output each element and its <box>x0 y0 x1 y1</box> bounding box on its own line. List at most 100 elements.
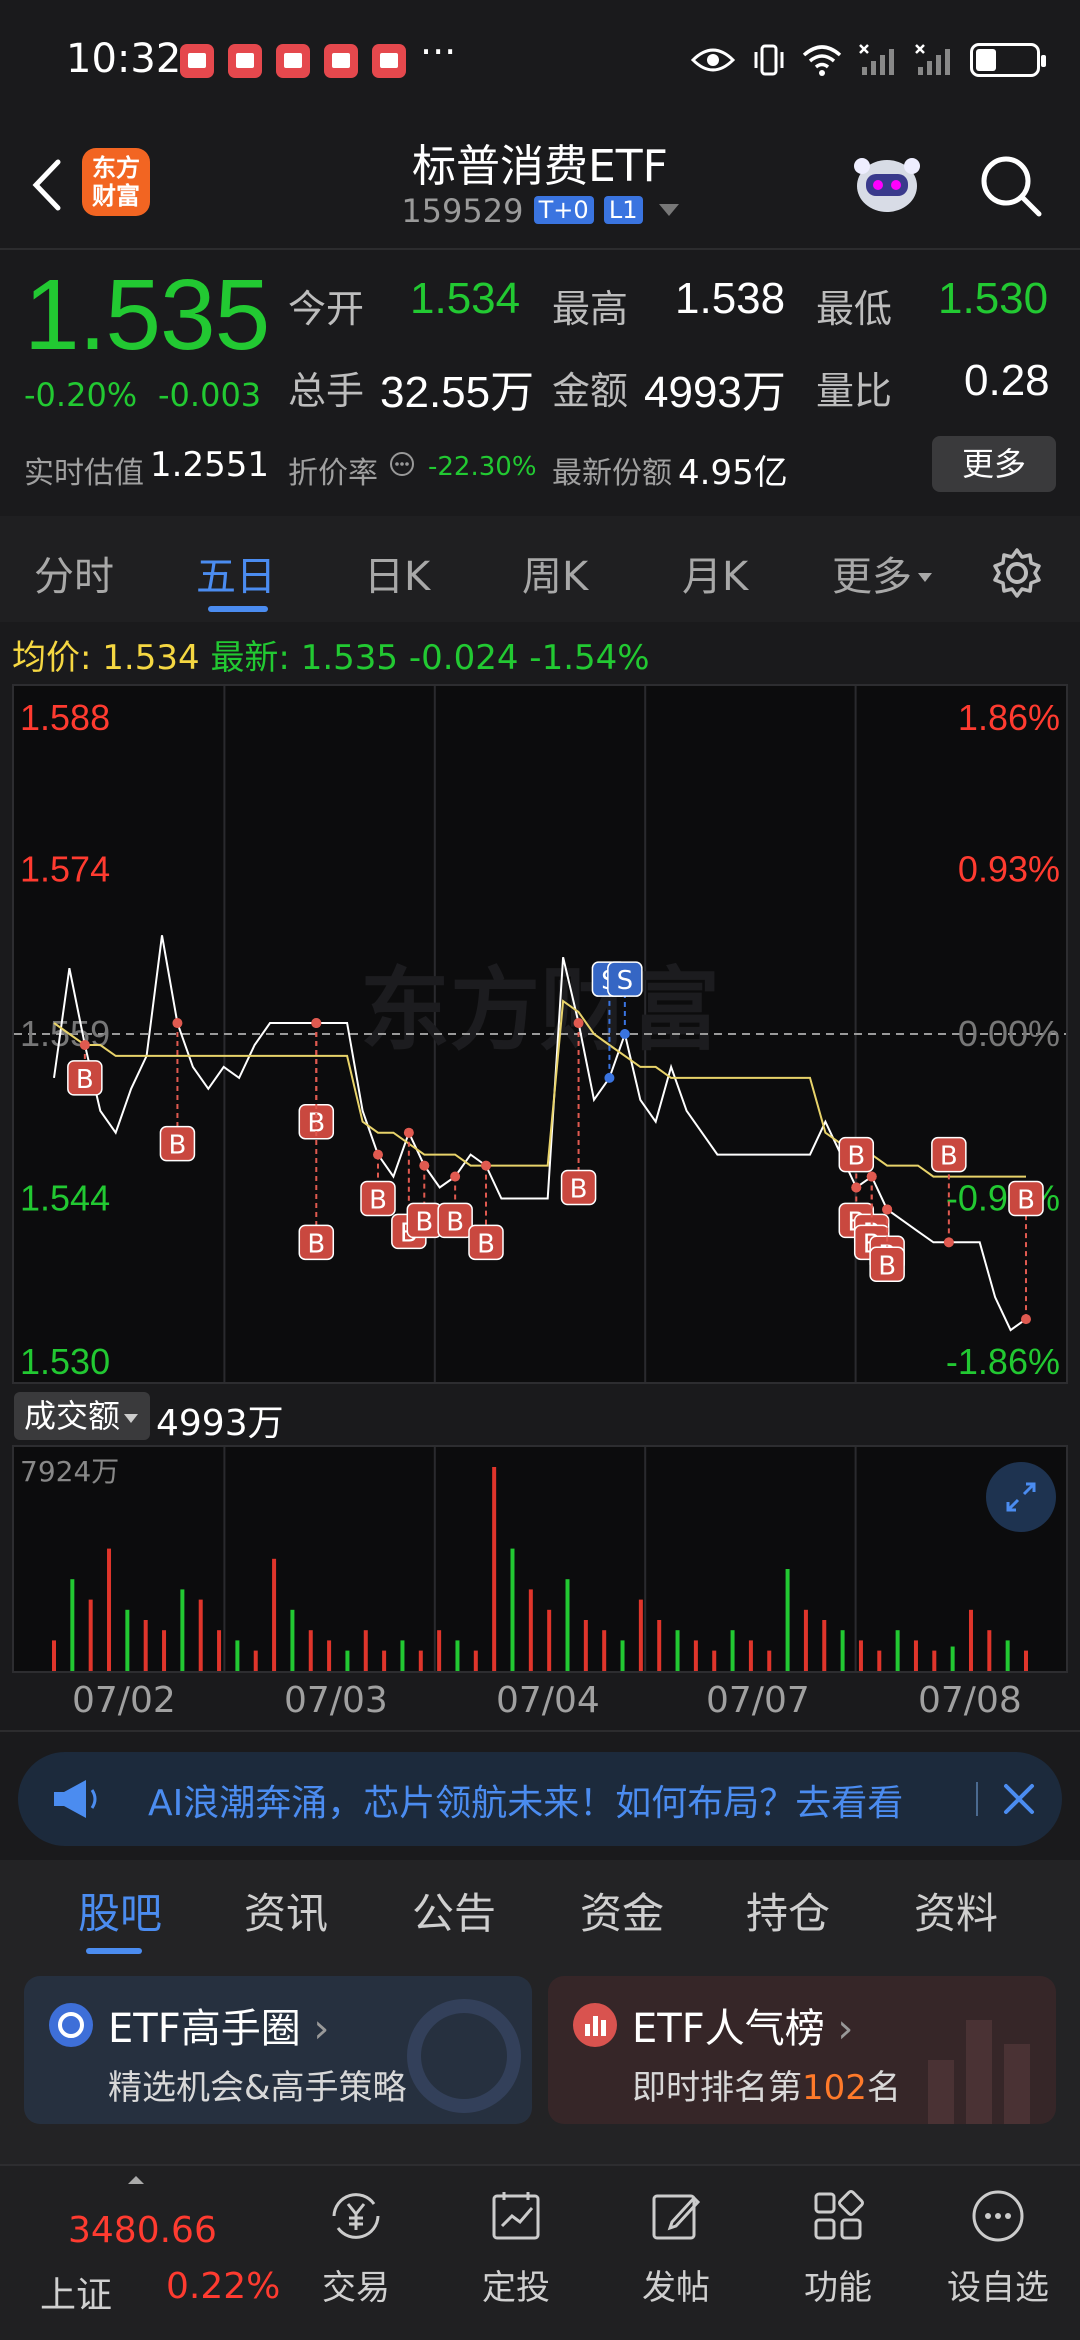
x-date-label: 07/03 <box>284 1680 388 1721</box>
change-value: -0.024 <box>408 638 519 678</box>
marker-dot <box>481 1160 491 1171</box>
marker-label: B <box>570 1175 588 1205</box>
tab-five-day[interactable]: 五日 <box>196 544 276 602</box>
megaphone-icon <box>54 1780 97 1818</box>
volume-bar <box>272 1558 277 1671</box>
volume-chart-svg: 7924万 <box>20 1447 1028 1671</box>
stock-header: 东方 财富 标普消费ETF 159529 T+0 L1 <box>0 120 1080 248</box>
stock-code: 159529 <box>401 192 524 230</box>
tab-forum[interactable]: 股吧 <box>78 1880 162 1941</box>
marker-label: B <box>76 1065 94 1095</box>
etf-popularity-card[interactable]: ETF人气榜 › 即时排名第102名 <box>548 1976 1056 2124</box>
volume-bar <box>345 1650 350 1671</box>
eye-icon <box>690 48 736 72</box>
notification-app-icon <box>228 44 262 78</box>
y-axis-label-right: -1.86% <box>946 1341 1060 1382</box>
expand-icon[interactable] <box>986 1462 1056 1532</box>
tab-weekly-k[interactable]: 周K <box>522 544 588 602</box>
marker-dot <box>450 1171 461 1182</box>
marker-dot <box>403 1127 414 1138</box>
low-label: 最低 <box>816 287 893 331</box>
volume-bar <box>602 1630 607 1671</box>
more-dots-icon <box>972 2190 1024 2242</box>
volume-bar <box>492 1467 497 1671</box>
search-icon[interactable] <box>975 150 1045 220</box>
nav-add-watchlist[interactable]: 设自选 <box>938 2186 1058 2309</box>
tab-holdings[interactable]: 持仓 <box>746 1880 830 1941</box>
more-quote-button[interactable]: 更多 <box>932 436 1056 492</box>
price-chart[interactable]: 东方财富 1.588 1.86% 1.574 0.93% 1.559 0.00% 1.544 -… <box>12 684 1068 1384</box>
volume-bar <box>107 1548 112 1671</box>
y-axis-label-right: 0.00% <box>958 1013 1060 1054</box>
nav-post[interactable]: 发帖 <box>616 2186 736 2309</box>
avg-label: 均价: <box>12 638 92 678</box>
sh-index-value[interactable]: 3480.66 <box>68 2210 217 2251</box>
latest-label: 最新: <box>210 638 290 678</box>
etf-expert-circle-card[interactable]: ETF高手圈 › 精选机会&高手策略 <box>24 1976 532 2124</box>
open-value: 1.534 <box>410 274 521 323</box>
volume-metric-label: 成交额 <box>24 1397 121 1435</box>
sh-index-name[interactable]: 上证 <box>40 2266 112 2318</box>
tab-news[interactable]: 资讯 <box>244 1880 328 1941</box>
volume-bar <box>180 1589 185 1671</box>
low-value: 1.530 <box>938 274 1049 323</box>
nav-fixed-investment[interactable]: 定投 <box>456 2186 576 2309</box>
ad-banner[interactable]: AI浪潮奔涌，芯片领航未来！如何布局？去看看 <box>18 1752 1062 1846</box>
bottom-nav: 3480.66 上证 0.22% 交易 定投 发帖 功能 设自选 <box>0 2164 1080 2340</box>
marker-dot <box>419 1160 430 1171</box>
info-icon[interactable] <box>388 450 416 478</box>
tab-more[interactable]: 更多 <box>832 544 932 602</box>
chevron-right-icon: › <box>300 2006 330 2052</box>
ranking-chart-icon <box>573 2003 617 2047</box>
nav-trade[interactable]: 交易 <box>296 2186 416 2309</box>
volume-bar <box>730 1630 735 1671</box>
volume-bar <box>620 1640 625 1671</box>
volume-chart[interactable]: 7924万 <box>12 1445 1068 1673</box>
robot-assistant-icon[interactable] <box>846 142 928 224</box>
volume-bar <box>657 1620 662 1671</box>
marker-label: B <box>415 1207 433 1237</box>
volume-bar <box>510 1548 515 1671</box>
trade-yuan-icon <box>332 2193 380 2239</box>
volume-metric-selector[interactable]: 成交额 <box>14 1392 150 1440</box>
l1-badge: L1 <box>603 196 643 224</box>
volume-bar <box>565 1579 570 1671</box>
chevron-down-icon <box>124 1414 139 1423</box>
volume-bar <box>767 1650 772 1671</box>
x-date-label: 07/07 <box>706 1680 810 1721</box>
tab-intraday[interactable]: 分时 <box>34 544 114 602</box>
nav-functions[interactable]: 功能 <box>778 2186 898 2309</box>
volume-bar <box>418 1650 423 1671</box>
percent-change: -0.20% <box>24 376 138 414</box>
tab-funds[interactable]: 资金 <box>580 1880 664 1941</box>
wifi-icon <box>802 45 842 76</box>
volume-value: 32.55万 <box>380 368 535 417</box>
gear-icon[interactable] <box>990 546 1044 600</box>
volume-bar <box>712 1650 717 1671</box>
volume-bar <box>950 1646 955 1671</box>
close-icon[interactable] <box>994 1774 1044 1824</box>
status-more-icon: ··· <box>420 30 457 74</box>
tab-profile[interactable]: 资料 <box>914 1880 998 1941</box>
volume-bar <box>382 1650 387 1671</box>
marker-label: S <box>617 966 634 996</box>
battery-icon <box>970 43 1046 77</box>
notification-app-icon <box>276 44 310 78</box>
volume-bar <box>52 1640 56 1671</box>
nav-label: 交易 <box>322 2268 390 2308</box>
volume-bar <box>785 1569 790 1671</box>
latest-value: 1.535 <box>300 638 399 678</box>
volume-bar <box>932 1650 937 1671</box>
open-label: 今开 <box>288 287 365 331</box>
y-axis-label-left: 1.530 <box>20 1341 110 1382</box>
decorative-ring-icon <box>407 1999 521 2113</box>
tab-monthly-k[interactable]: 月K <box>682 544 748 602</box>
sh-index-percent[interactable]: 0.22% <box>166 2266 280 2307</box>
volume-bar <box>1024 1650 1028 1671</box>
notification-app-icon <box>372 44 406 78</box>
volume-ratio-value: 0.28 <box>964 356 1050 405</box>
tab-announcements[interactable]: 公告 <box>412 1880 496 1941</box>
marker-dot <box>604 1072 615 1083</box>
tab-daily-k[interactable]: 日K <box>364 544 430 602</box>
iopv-label: 实时估值 <box>24 456 144 491</box>
